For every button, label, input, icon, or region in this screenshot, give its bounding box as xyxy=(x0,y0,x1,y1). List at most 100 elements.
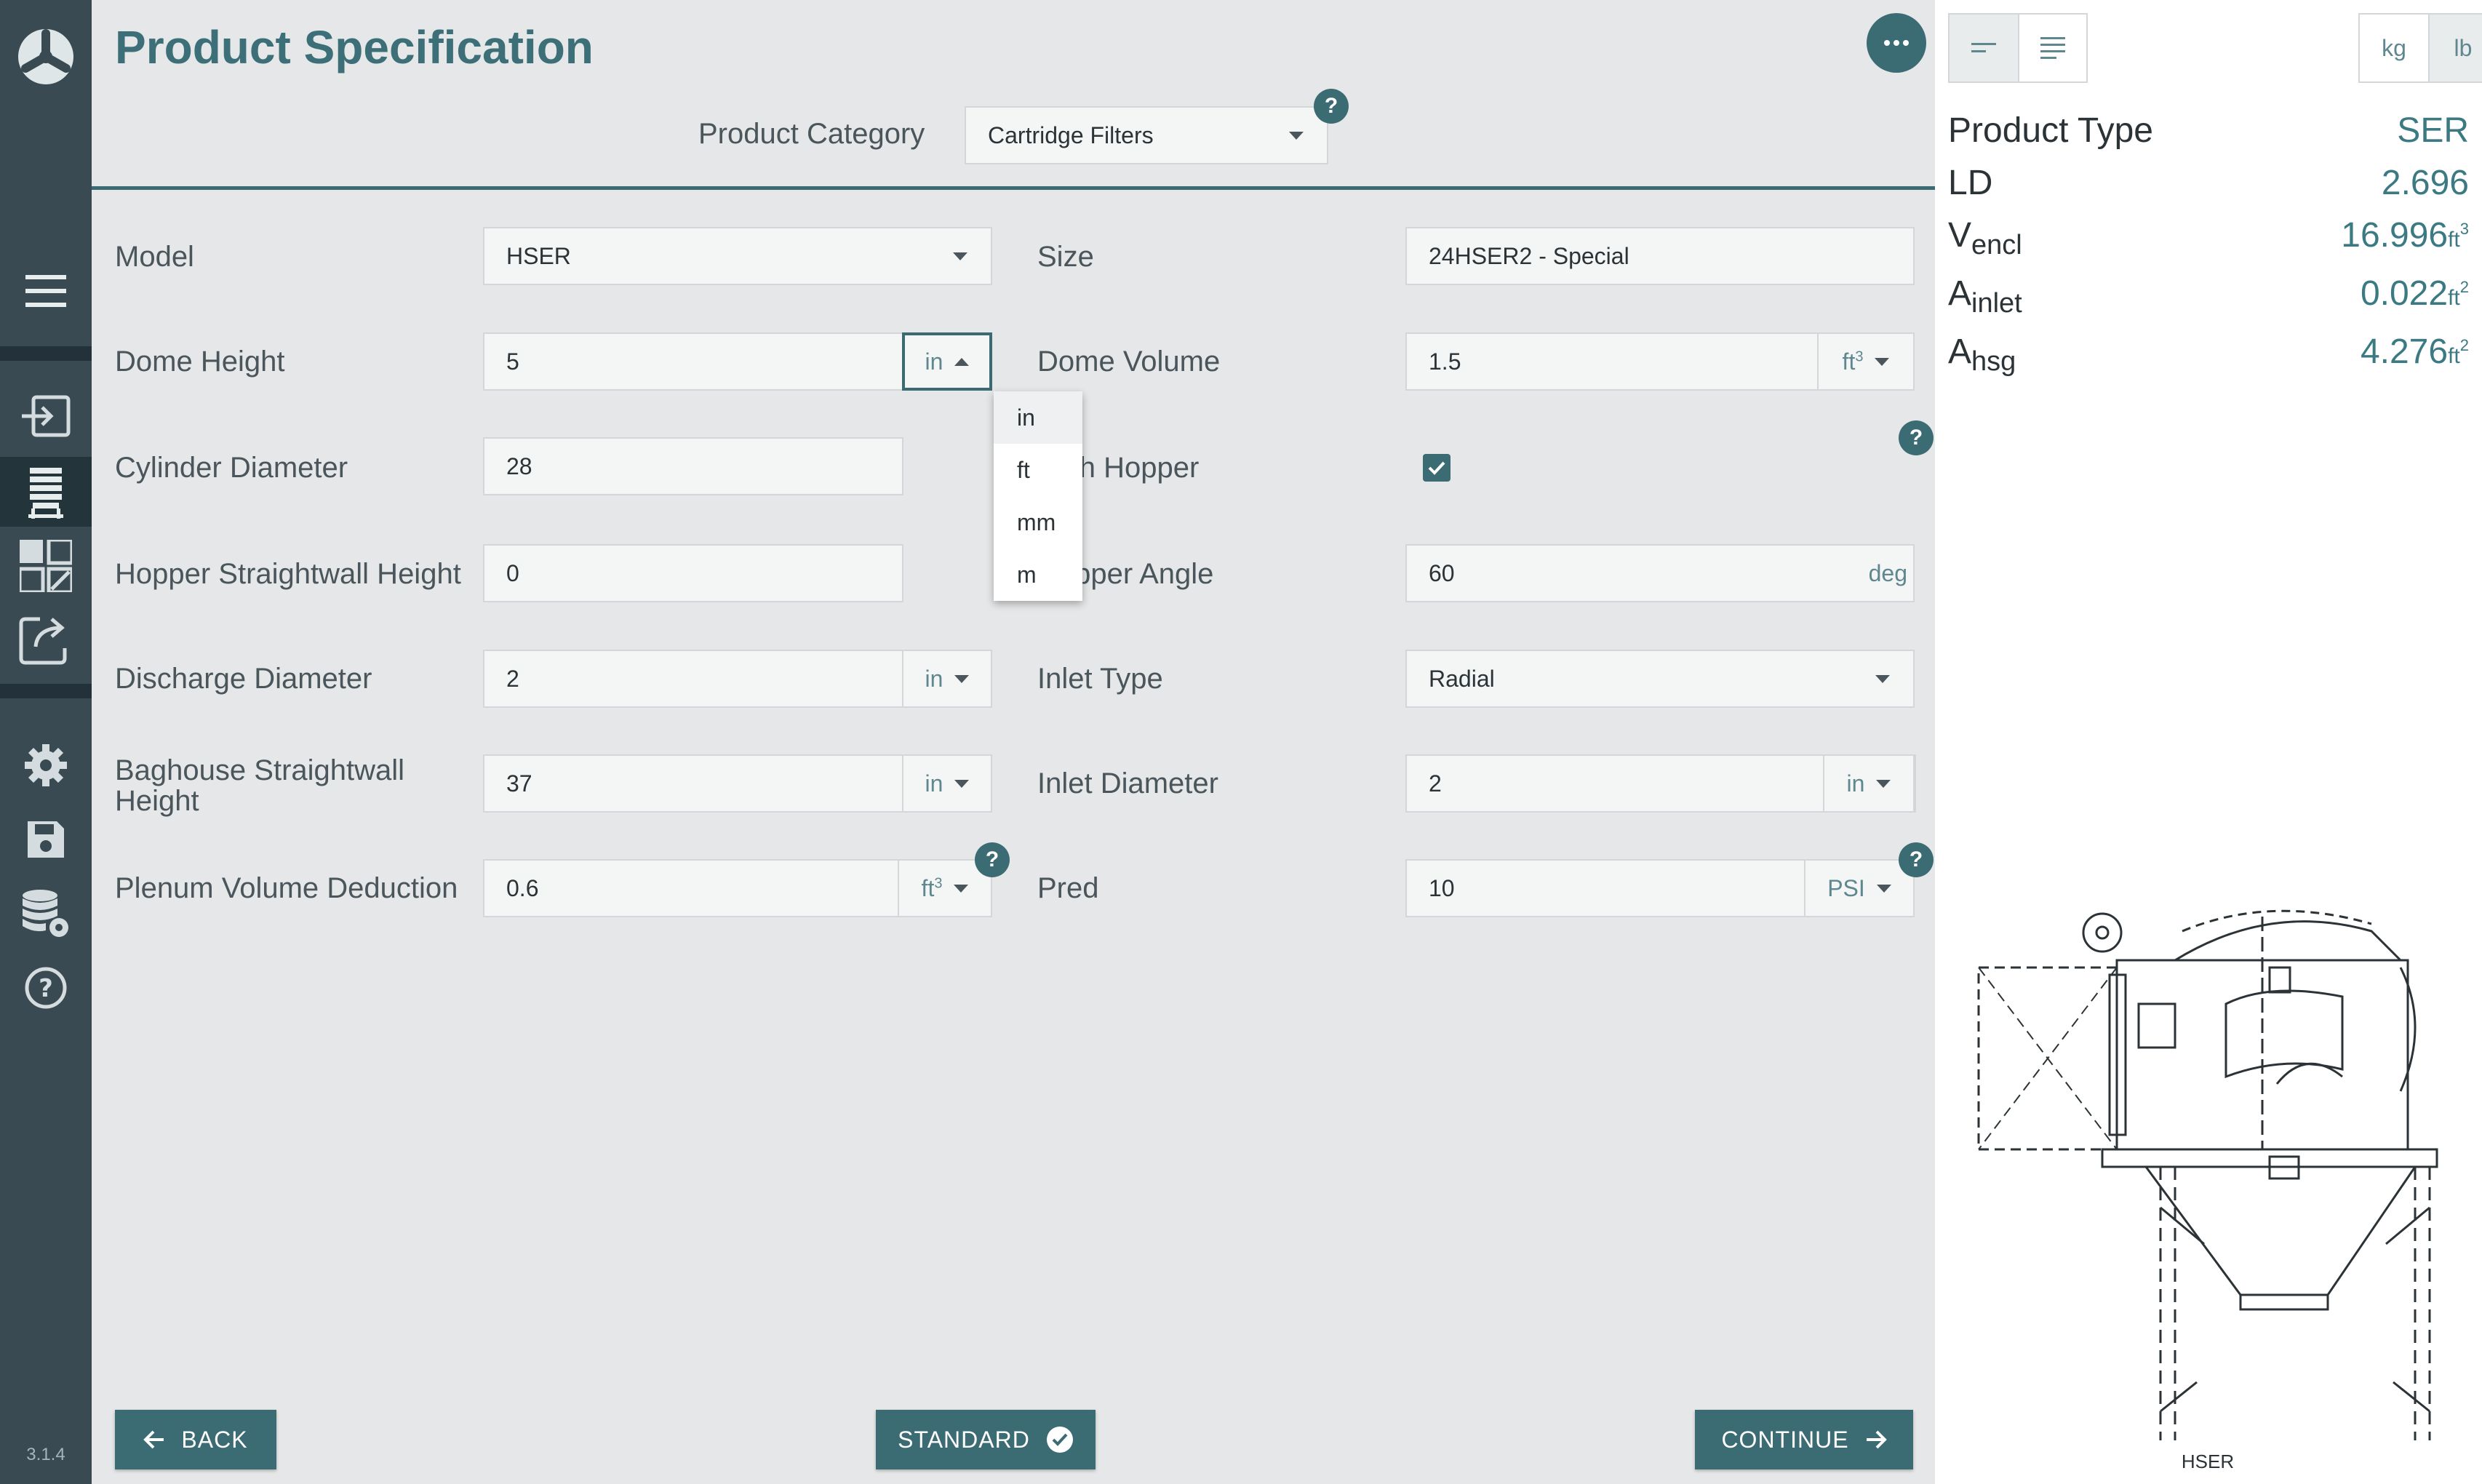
database-settings-icon[interactable] xyxy=(0,883,92,946)
with-hopper-help-icon[interactable]: ? xyxy=(1899,420,1934,455)
plenum-unit-value: ft3 xyxy=(921,874,943,901)
dome-volume-unit-value: ft3 xyxy=(1842,348,1864,375)
layout-short-button[interactable] xyxy=(1950,15,2018,81)
chevron-down-icon xyxy=(1875,674,1890,683)
gear-icon[interactable] xyxy=(0,736,92,794)
continue-button-label: CONTINUE xyxy=(1721,1426,1849,1453)
chevron-down-icon xyxy=(954,674,970,683)
inlet-diameter-unit-select[interactable]: in xyxy=(1823,754,1915,813)
baghouse-straightwall-height-label: Baghouse Straightwall Height xyxy=(115,755,404,816)
page-title: Product Specification xyxy=(115,21,594,73)
chevron-up-icon xyxy=(954,357,970,366)
pred-label: Pred xyxy=(1037,872,1099,904)
pred-unit-select[interactable]: PSI xyxy=(1804,859,1915,917)
chevron-down-icon xyxy=(954,884,969,893)
hopper-angle-value: 60 xyxy=(1429,559,1455,586)
pred-unit-value: PSI xyxy=(1827,874,1865,901)
hopper-angle-input[interactable]: 60 deg xyxy=(1405,544,1915,602)
ld-label: LD xyxy=(1948,164,1993,202)
more-options-button[interactable] xyxy=(1867,13,1926,73)
hopper-straightwall-height-input[interactable]: 0 xyxy=(483,544,903,602)
v-encl-row: Vencl 16.996ft3 xyxy=(1948,215,2469,261)
inlet-diameter-unit-value: in xyxy=(1846,770,1865,797)
a-hsg-value: 4.276ft2 xyxy=(2360,332,2469,371)
v-encl-label: Vencl xyxy=(1948,216,2022,260)
back-button[interactable]: BACK xyxy=(115,1410,276,1469)
product-type-row: Product Type SER xyxy=(1948,111,2469,151)
discharge-diameter-unit-select[interactable]: in xyxy=(902,650,992,708)
unit-option-in[interactable]: in xyxy=(994,391,1082,444)
inlet-type-label: Inlet Type xyxy=(1037,663,1163,695)
sidebar-divider xyxy=(0,346,92,361)
help-icon[interactable]: ? xyxy=(0,959,92,1017)
baghouse-straightwall-height-unit-select[interactable]: in xyxy=(902,754,992,813)
a-inlet-value: 0.022ft2 xyxy=(2360,274,2469,313)
sidebar: ? 3.1.4 xyxy=(0,0,92,1484)
inlet-type-select[interactable]: Radial xyxy=(1405,650,1915,708)
baghouse-unit-value: in xyxy=(925,770,943,797)
header-divider xyxy=(92,186,1935,190)
dome-volume-label: Dome Volume xyxy=(1037,346,1221,378)
export-icon[interactable] xyxy=(0,607,92,671)
inlet-diameter-label: Inlet Diameter xyxy=(1037,767,1218,799)
weight-unit-toggle: kg lb xyxy=(2358,13,2482,83)
size-input[interactable]: 24HSER2 - Special xyxy=(1405,227,1915,285)
model-select[interactable]: HSER xyxy=(483,227,992,285)
checkmark-icon xyxy=(1428,461,1445,475)
product-category-help-icon[interactable]: ? xyxy=(1314,89,1349,124)
save-icon[interactable] xyxy=(0,810,92,869)
check-circle-icon xyxy=(1046,1427,1073,1453)
ld-value: 2.696 xyxy=(2381,164,2469,202)
dome-height-unit-value: in xyxy=(925,348,943,375)
drawing-label: HSER xyxy=(2181,1451,2235,1472)
unit-option-mm[interactable]: mm xyxy=(994,496,1082,548)
ld-row: LD 2.696 xyxy=(1948,163,2469,203)
model-value: HSER xyxy=(506,242,571,269)
chevron-down-icon xyxy=(954,779,970,788)
chevron-down-icon xyxy=(1876,884,1891,893)
product-type-label: Product Type xyxy=(1948,111,2153,150)
align-full-icon xyxy=(2040,37,2065,59)
layout-toggle xyxy=(1948,13,2088,83)
weight-unit-lb[interactable]: lb xyxy=(2428,15,2482,81)
with-hopper-checkbox[interactable] xyxy=(1423,454,1451,482)
logo-icon[interactable] xyxy=(0,22,92,92)
arrow-right-icon xyxy=(1866,1430,1887,1449)
inlet-type-value: Radial xyxy=(1429,665,1495,692)
pred-help-icon[interactable]: ? xyxy=(1899,842,1934,877)
chevron-down-icon xyxy=(1876,779,1891,788)
continue-button[interactable]: CONTINUE xyxy=(1695,1410,1913,1469)
v-encl-value: 16.996ft3 xyxy=(2341,216,2469,255)
standard-button-label: STANDARD xyxy=(898,1426,1030,1453)
a-hsg-row: Ahsg 4.276ft2 xyxy=(1948,332,2469,378)
baghouse-straightwall-height-input[interactable]: 37 xyxy=(483,754,903,813)
weight-unit-kg[interactable]: kg xyxy=(2360,15,2428,81)
standard-button[interactable]: STANDARD xyxy=(876,1410,1096,1469)
dashboard-icon[interactable] xyxy=(0,535,92,597)
plenum-volume-deduction-help-icon[interactable]: ? xyxy=(975,842,1010,877)
hopper-angle-unit: deg xyxy=(1868,559,1907,586)
sidebar-divider xyxy=(0,684,92,698)
product-category-select[interactable]: Cartridge Filters xyxy=(965,106,1328,164)
align-short-icon xyxy=(1971,43,1996,52)
more-icon xyxy=(1884,40,1909,46)
discharge-diameter-input[interactable]: 2 xyxy=(483,650,903,708)
menu-icon[interactable] xyxy=(0,262,92,320)
silo-icon[interactable] xyxy=(0,457,92,527)
dome-volume-unit-select[interactable]: ft3 xyxy=(1817,332,1915,391)
hopper-straightwall-height-label: Hopper Straightwall Height xyxy=(115,558,461,590)
unit-option-m[interactable]: m xyxy=(994,548,1082,601)
product-category-label: Product Category xyxy=(698,118,925,150)
dome-height-unit-select[interactable]: in xyxy=(902,332,992,391)
app-version: 3.1.4 xyxy=(26,1445,65,1464)
cylinder-diameter-input[interactable]: 28 xyxy=(483,437,903,495)
plenum-volume-deduction-input[interactable]: 0.6 xyxy=(483,859,899,917)
unit-option-ft[interactable]: ft xyxy=(994,444,1082,496)
chevron-down-icon xyxy=(1875,357,1890,366)
layout-full-button[interactable] xyxy=(2018,15,2086,81)
login-icon[interactable] xyxy=(0,387,92,445)
model-label: Model xyxy=(115,241,194,273)
size-label: Size xyxy=(1037,241,1094,273)
dome-height-input[interactable]: 5 xyxy=(483,332,903,391)
dome-height-label: Dome Height xyxy=(115,346,285,378)
